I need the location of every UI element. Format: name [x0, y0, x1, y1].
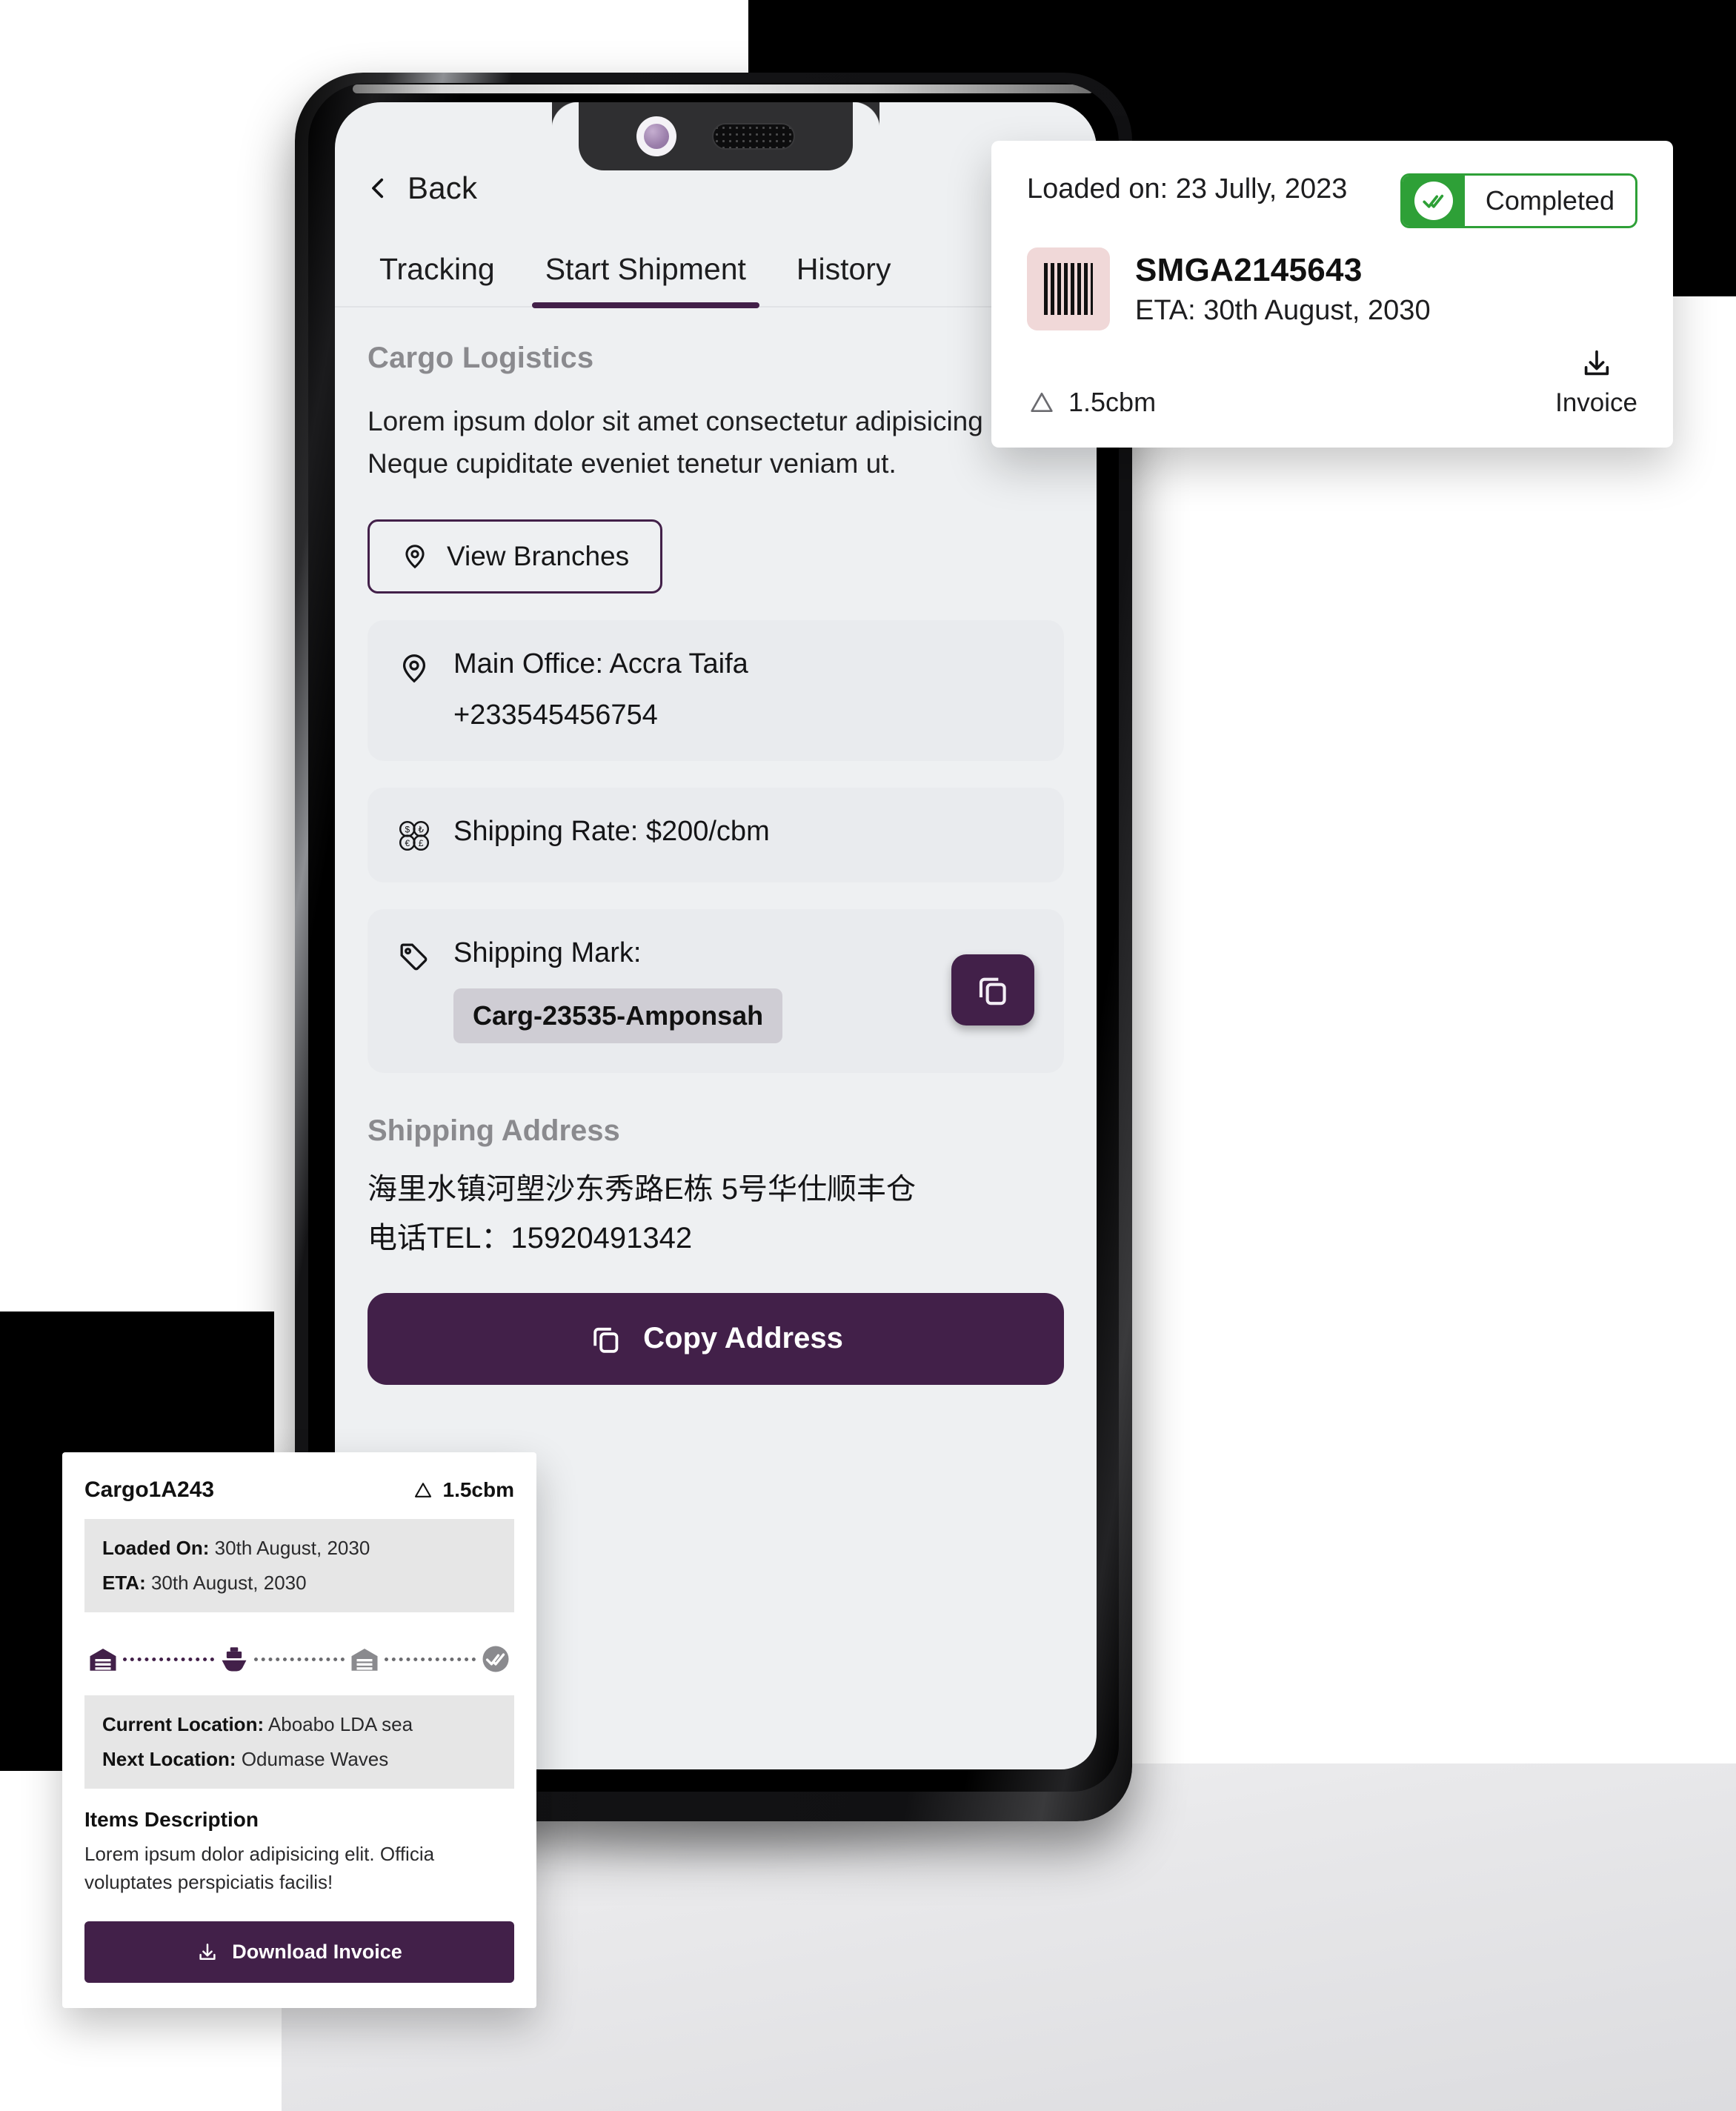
shipping-mark-row: Shipping Mark: Carg-23535-Amponsah	[368, 908, 1064, 1073]
tracking-progress	[84, 1635, 514, 1679]
location-pin-icon	[402, 654, 426, 683]
loaded-on-text: Loaded on: 23 Jully, 2023	[1027, 173, 1348, 205]
tab-bar: Tracking Start Shipment History	[335, 252, 1097, 308]
main-office-phone: +233545456754	[453, 699, 658, 731]
volume-readout: 1.5cbm	[1027, 387, 1156, 418]
phone-top-metal-edge	[353, 84, 1094, 93]
cargo-current-location-value: Aboabo LDA sea	[267, 1713, 413, 1735]
svg-text:$: $	[405, 824, 410, 834]
main-office-row: Main Office: Accra Taifa +233545456754	[368, 619, 1064, 761]
back-label: Back	[408, 170, 478, 205]
barcode-thumbnail	[1027, 247, 1110, 330]
cargo-loaded-on: Loaded On: 30th August, 2030	[102, 1537, 496, 1560]
shipping-address-line2: 电话TEL：15920491342	[368, 1221, 693, 1254]
copy-address-label: Copy Address	[643, 1322, 843, 1355]
track-leg-3	[385, 1657, 476, 1661]
tab-start-shipment[interactable]: Start Shipment	[520, 252, 771, 308]
warehouse-destination-icon	[351, 1649, 378, 1671]
shipping-mark-value: Carg-23535-Amponsah	[453, 988, 783, 1043]
shipment-summary-card[interactable]: Loaded on: 23 Jully, 2023 Completed SMGA…	[991, 141, 1673, 448]
double-check-glyph	[1423, 194, 1444, 208]
copy-shipping-mark-button[interactable]	[951, 954, 1034, 1026]
card-header: Loaded on: 23 Jully, 2023 Completed	[1027, 173, 1637, 228]
page-description: Lorem ipsum dolor sit amet consectetur a…	[368, 406, 1034, 479]
ship-icon	[222, 1647, 247, 1672]
cargo-card-header: Cargo1A243 1.5cbm	[84, 1477, 514, 1503]
volume-triangle-icon	[414, 1483, 431, 1497]
cargo-current-location-label: Current Location:	[102, 1713, 265, 1735]
back-button[interactable]: Back	[366, 170, 1097, 206]
cargo-dates-panel: Loaded On: 30th August, 2030 ETA: 30th A…	[84, 1519, 514, 1612]
cargo-loaded-on-value: 30th August, 2030	[214, 1537, 370, 1559]
volume-value: 1.5cbm	[1068, 387, 1157, 417]
cargo-eta-value: 30th August, 2030	[150, 1572, 307, 1594]
warehouse-origin-icon	[90, 1649, 116, 1671]
chevron-left-icon	[372, 178, 384, 199]
cargo-volume-value: 1.5cbm	[442, 1478, 515, 1501]
download-invoice-label: Download Invoice	[232, 1941, 402, 1964]
card-identity-row: SMGA2145643 ETA: 30th August, 2030	[1027, 247, 1637, 330]
invoice-label: Invoice	[1555, 388, 1637, 417]
tag-icon	[400, 943, 428, 971]
copy-icon	[593, 1327, 619, 1353]
shipping-rate-row: $ ₺ € £ Shipping Rate: $200/cbm	[368, 787, 1064, 882]
eta-text: ETA: 30th August, 2030	[1135, 294, 1431, 326]
shipping-mark-label: Shipping Mark:	[453, 937, 642, 968]
cargo-loaded-on-label: Loaded On:	[102, 1537, 210, 1559]
double-check-icon	[1414, 182, 1453, 220]
cargo-tracking-card[interactable]: Cargo1A243 1.5cbm Loaded On: 30th August…	[62, 1452, 536, 2009]
composition-stage: Back Tracking Start Shipment History Car…	[0, 0, 1736, 2111]
barcode-icon	[1044, 263, 1093, 315]
app-body: Cargo Logistics Lorem ipsum dolor sit am…	[335, 307, 1097, 1385]
cargo-next-location-value: Odumase Waves	[241, 1748, 389, 1770]
status-badge-label: Completed	[1485, 185, 1614, 216]
cargo-locations-panel: Current Location: Aboabo LDA sea Next Lo…	[84, 1695, 514, 1789]
download-icon	[1584, 350, 1609, 376]
shipping-address-title: Shipping Address	[368, 1114, 620, 1147]
nav-bar: Back	[335, 102, 1097, 206]
items-description-text: Lorem ipsum dolor adipisicing elit. Offi…	[84, 1843, 435, 1893]
view-branches-label: View Branches	[447, 540, 630, 571]
cargo-id: Cargo1A243	[84, 1477, 215, 1502]
svg-text:€: €	[405, 837, 410, 848]
copy-icon	[979, 977, 1006, 1005]
shipping-rate-value: Shipping Rate: $200/cbm	[453, 815, 770, 847]
svg-text:£: £	[419, 837, 424, 848]
card-footer-row: 1.5cbm Invoice	[1027, 347, 1637, 418]
cargo-next-location: Next Location: Odumase Waves	[102, 1748, 496, 1771]
cargo-volume: 1.5cbm	[412, 1478, 515, 1502]
volume-triangle-icon	[1031, 393, 1053, 412]
shipping-address-line1: 海里水镇河塱沙东秀路E栋 5号华仕顺丰仓	[368, 1172, 917, 1206]
cargo-next-location-label: Next Location:	[102, 1748, 236, 1770]
track-leg-1	[123, 1657, 214, 1661]
view-branches-button[interactable]: View Branches	[368, 519, 663, 594]
items-description-title: Items Description	[84, 1808, 259, 1831]
cargo-eta-label: ETA:	[102, 1572, 146, 1594]
download-invoice-button[interactable]: Download Invoice	[84, 1921, 514, 1984]
download-icon	[199, 1944, 216, 1960]
tab-history[interactable]: History	[771, 252, 917, 306]
status-badge: Completed	[1400, 173, 1637, 228]
location-pin-icon	[405, 545, 425, 568]
cargo-eta: ETA: 30th August, 2030	[102, 1572, 496, 1595]
cargo-current-location: Current Location: Aboabo LDA sea	[102, 1713, 496, 1736]
download-invoice-button[interactable]: Invoice	[1555, 347, 1637, 418]
currency-exchange-icon: $ ₺ € £	[399, 820, 430, 851]
page-title: Cargo Logistics	[368, 342, 594, 374]
main-office-value: Main Office: Accra Taifa	[453, 648, 748, 679]
tab-tracking[interactable]: Tracking	[354, 252, 520, 306]
tracking-code: SMGA2145643	[1135, 251, 1363, 288]
copy-address-button[interactable]: Copy Address	[368, 1292, 1064, 1385]
svg-text:₺: ₺	[418, 824, 424, 834]
status-badge-lead	[1402, 176, 1465, 226]
delivered-check-icon	[482, 1646, 509, 1672]
track-leg-2	[253, 1657, 345, 1661]
